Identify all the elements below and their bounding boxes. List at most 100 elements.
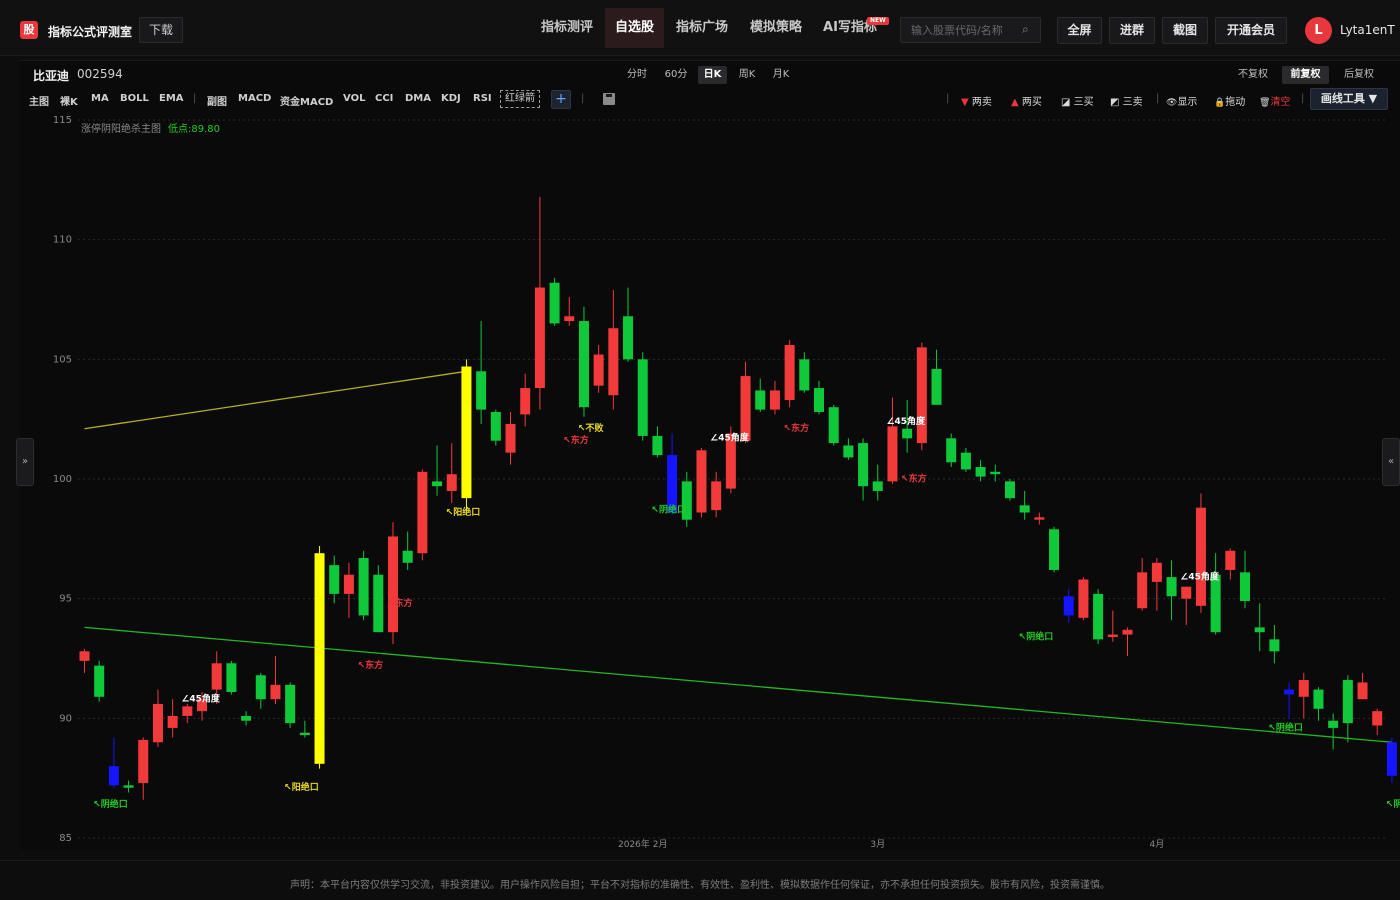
signal-annotation: ↖阴绝口: [1268, 721, 1303, 733]
candle-body: [255, 675, 266, 700]
candle-body: [108, 766, 119, 786]
signal-annotation: ↖阴绝口: [1019, 630, 1054, 642]
candle-body: [740, 376, 751, 441]
candle-body: [637, 359, 648, 436]
candle-body: [79, 651, 90, 661]
candle-body: [476, 371, 487, 410]
expand-left-icon[interactable]: »: [16, 438, 34, 486]
candle-body: [152, 703, 163, 743]
signal-annotation: ↖东方: [901, 472, 927, 484]
candle-body: [1019, 505, 1030, 513]
candle-body: [1107, 634, 1118, 637]
candle-body: [784, 344, 795, 401]
candle-body: [520, 388, 531, 415]
candle-body: [358, 557, 369, 616]
candle-body: [314, 553, 325, 764]
candle-body: [1240, 572, 1251, 602]
candle-body: [402, 550, 413, 563]
candle-body: [1078, 579, 1089, 618]
signal-annotation: ↖不败: [578, 422, 605, 434]
signal-annotation: ↖阴绝口: [651, 504, 686, 516]
candle-body: [593, 354, 604, 386]
candle-body: [387, 536, 398, 633]
candle-body: [960, 452, 971, 470]
candle-body: [858, 443, 869, 487]
candle-body: [667, 455, 678, 513]
candle-body: [990, 471, 1001, 475]
candle-body: [1034, 517, 1045, 520]
candle-body: [931, 368, 942, 405]
signal-annotation: ↖东方: [358, 659, 384, 671]
candle-body: [1181, 586, 1192, 599]
candle-body: [975, 467, 986, 477]
signal-annotation: ↖阴绝口: [1386, 798, 1400, 810]
signal-annotation: ↖阴绝口: [93, 798, 128, 810]
candle-body: [167, 715, 178, 728]
candle-body: [828, 407, 839, 444]
candle-body: [1210, 574, 1221, 633]
candle-body: [564, 316, 575, 322]
candle-body: [534, 287, 545, 389]
candle-body: [1386, 742, 1397, 776]
candle-body: [1166, 577, 1177, 597]
x-tick-label: 2026年 2月: [618, 838, 668, 850]
candle-body: [417, 471, 428, 554]
candle-body: [1093, 593, 1104, 640]
candle-body: [1313, 689, 1324, 709]
candle-body: [1357, 682, 1368, 700]
candle-body: [446, 474, 457, 491]
y-tick-label: 95: [59, 594, 72, 605]
candle-body: [549, 282, 560, 324]
signal-annotation: ↖阳绝口: [446, 506, 481, 518]
signal-annotation: ∠45角度: [886, 415, 926, 427]
signal-annotation: ↖阳绝口: [284, 781, 319, 793]
trend-line: [84, 626, 1392, 743]
candle-body: [1225, 550, 1236, 570]
candle-body: [652, 435, 663, 456]
candle-body: [505, 423, 516, 453]
candle-body: [1063, 596, 1074, 616]
x-tick-label: 3月: [870, 839, 885, 850]
candle-body: [755, 390, 766, 410]
candle-body: [814, 388, 824, 412]
candle-body: [1049, 529, 1060, 570]
candle-body: [226, 663, 237, 693]
candle-body: [1151, 562, 1162, 582]
candle-body: [182, 706, 193, 716]
candle-body: [887, 426, 898, 482]
chart-legend-name: 涨停阴阳绝杀主图: [81, 122, 161, 135]
candle-body: [1195, 507, 1206, 606]
candle-body: [432, 481, 443, 487]
chart-legend-low: 低点:89.80: [168, 122, 220, 135]
candle-body: [769, 390, 780, 410]
candle-body: [1328, 720, 1339, 728]
candle-body: [1269, 639, 1280, 652]
candle-body: [623, 316, 634, 360]
candle-body: [329, 565, 340, 594]
y-tick-label: 110: [53, 235, 72, 246]
candle-body: [285, 684, 296, 724]
candlestick-chart[interactable]: 85 90 95 100 105 110 115 2026年 2月 3月 4月 涨停阴阳绝杀主图 低点…: [0, 0, 1400, 900]
candle-body: [578, 321, 589, 408]
candle-body: [299, 732, 310, 736]
expand-right-icon[interactable]: «: [1382, 438, 1400, 486]
candle-body: [872, 481, 883, 491]
candle-body: [608, 328, 619, 396]
candle-body: [461, 366, 472, 499]
candle-body: [373, 574, 384, 633]
candle-body: [902, 428, 913, 439]
signal-annotation: ∠45角度: [1180, 571, 1220, 583]
signal-annotation: ↖东方: [563, 434, 589, 446]
y-tick-label: 100: [53, 474, 72, 485]
candle-body: [1372, 711, 1383, 726]
candle-body: [696, 450, 707, 513]
candle-body: [1122, 629, 1133, 635]
candle-body: [1342, 680, 1353, 724]
trend-line: [84, 370, 467, 430]
candle-body: [946, 438, 957, 463]
disclaimer-text: 声明：本平台内容仅供学习交流，非投资建议。用户操作风险自担；平台不对指标的准确性…: [290, 880, 1110, 891]
candle-body: [343, 574, 354, 594]
candle-body: [1284, 689, 1295, 695]
candle-body: [916, 347, 927, 444]
y-tick-label: 85: [59, 833, 72, 844]
